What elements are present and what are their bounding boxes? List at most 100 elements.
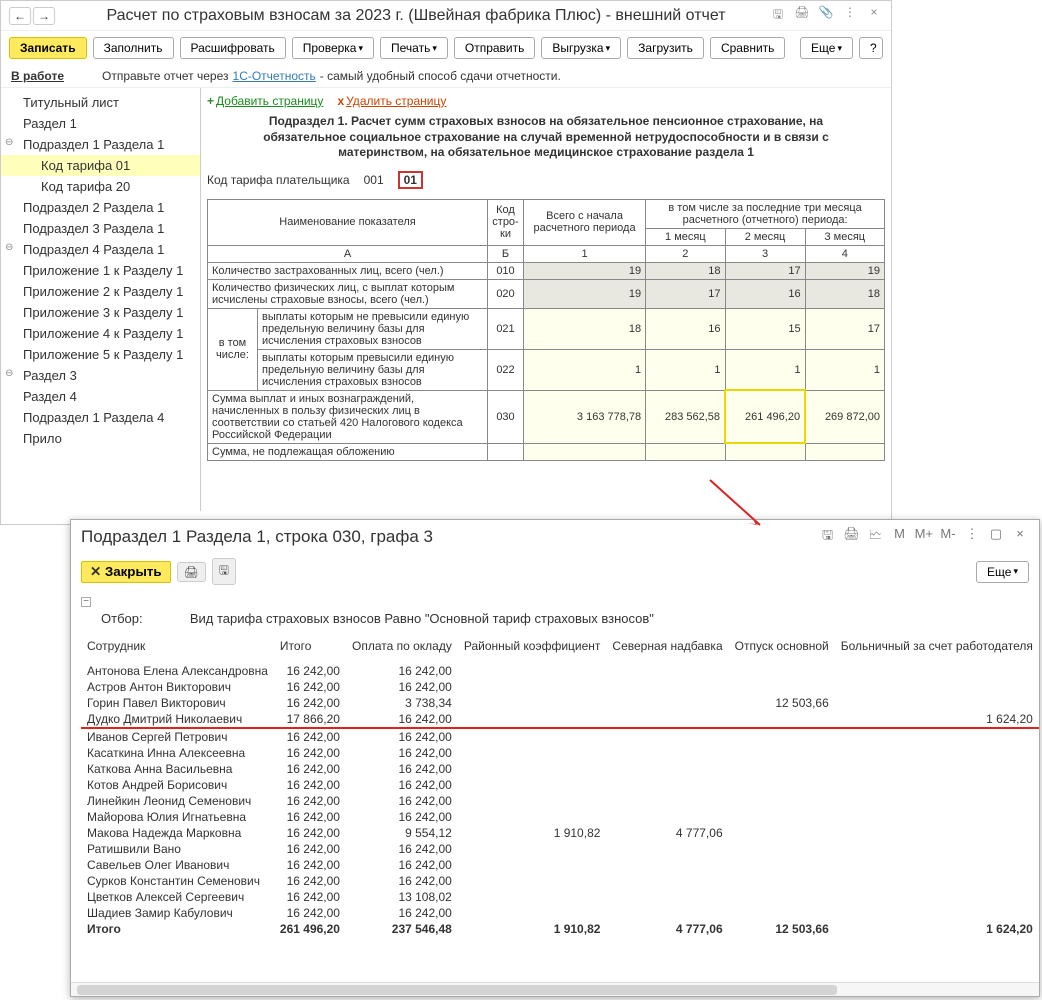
- detail-row[interactable]: Астров Антон Викторович16 242,0016 242,0…: [81, 679, 1039, 695]
- sub-more-icon[interactable]: ⋮: [963, 526, 981, 548]
- detail-row[interactable]: Шадиев Замир Кабулович16 242,0016 242,00: [81, 905, 1039, 921]
- help-button[interactable]: ?: [859, 37, 883, 59]
- detail-row[interactable]: Котов Андрей Борисович16 242,0016 242,00: [81, 777, 1039, 793]
- horizontal-scrollbar[interactable]: [71, 982, 1039, 996]
- detail-row[interactable]: Касаткина Инна Алексеевна16 242,0016 242…: [81, 745, 1039, 761]
- value-cell[interactable]: 1: [524, 349, 646, 390]
- value-cell[interactable]: 261 496,20: [725, 390, 805, 443]
- value-cell[interactable]: [805, 443, 884, 460]
- check-button[interactable]: Проверка▾: [292, 37, 374, 59]
- fill-button[interactable]: Заполнить: [93, 37, 174, 59]
- sub-save-button[interactable]: 🖫: [212, 558, 236, 585]
- sidebar-item[interactable]: Подраздел 3 Раздела 1: [1, 218, 200, 239]
- detail-row[interactable]: Сурков Константин Семенович16 242,0016 2…: [81, 873, 1039, 889]
- tariff-value[interactable]: 01: [398, 171, 423, 189]
- value-cell[interactable]: 1: [646, 349, 725, 390]
- close-button[interactable]: ✕ Закрыть: [81, 561, 171, 583]
- attach-icon[interactable]: 📎: [817, 5, 835, 26]
- sidebar-item[interactable]: Раздел 3: [1, 365, 200, 386]
- delete-page-link[interactable]: xУдалить страницу: [337, 94, 446, 108]
- sidebar-item[interactable]: Приложение 4 к Разделу 1: [1, 323, 200, 344]
- write-button[interactable]: Записать: [9, 37, 87, 59]
- detail-row[interactable]: Цветков Алексей Сергеевич16 242,0013 108…: [81, 889, 1039, 905]
- value-cell[interactable]: [646, 443, 725, 460]
- sidebar-item[interactable]: Приложение 2 к Разделу 1: [1, 281, 200, 302]
- sub-more-button[interactable]: Еще▾: [976, 561, 1029, 583]
- status-link[interactable]: В работе: [11, 69, 64, 83]
- sub-close-icon[interactable]: ×: [1011, 526, 1029, 548]
- sidebar-item[interactable]: Подраздел 1 Раздела 1: [1, 134, 200, 155]
- add-page-link[interactable]: +Добавить страницу: [207, 94, 323, 108]
- value-cell[interactable]: 19: [524, 279, 646, 308]
- detail-row[interactable]: Иванов Сергей Петрович16 242,0016 242,00: [81, 728, 1039, 745]
- sidebar-item[interactable]: Подраздел 1 Раздела 4: [1, 407, 200, 428]
- detail-row[interactable]: Горин Павел Викторович16 242,003 738,341…: [81, 695, 1039, 711]
- value-cell[interactable]: 18: [524, 308, 646, 349]
- detail-col-header: Районный коэффициент: [458, 638, 607, 663]
- sub-max-icon[interactable]: ▢: [987, 526, 1005, 548]
- value-cell[interactable]: 17: [646, 279, 725, 308]
- sidebar-item[interactable]: Приложение 1 к Разделу 1: [1, 260, 200, 281]
- upload-button[interactable]: Выгрузка▾: [541, 37, 621, 59]
- close-icon[interactable]: ×: [865, 5, 883, 26]
- sidebar-item[interactable]: Подраздел 4 Раздела 1: [1, 239, 200, 260]
- compare-button[interactable]: Сравнить: [710, 37, 785, 59]
- value-cell[interactable]: 283 562,58: [646, 390, 725, 443]
- value-cell[interactable]: 18: [646, 262, 725, 279]
- value-cell[interactable]: 19: [524, 262, 646, 279]
- detail-row[interactable]: Макова Надежда Марковна16 242,009 554,12…: [81, 825, 1039, 841]
- value-cell[interactable]: 19: [805, 262, 884, 279]
- value-cell[interactable]: 3 163 778,78: [524, 390, 646, 443]
- nav-back-button[interactable]: ←: [9, 7, 31, 25]
- detail-title: Подраздел 1 Раздела 1, строка 030, графа…: [81, 527, 811, 547]
- detail-row[interactable]: Каткова Анна Васильевна16 242,0016 242,0…: [81, 761, 1039, 777]
- print-icon[interactable]: 🖨: [793, 5, 811, 26]
- value-cell[interactable]: 17: [725, 262, 805, 279]
- value-cell[interactable]: [725, 443, 805, 460]
- collapse-icon[interactable]: −: [81, 597, 91, 607]
- decode-button[interactable]: Расшифровать: [180, 37, 286, 59]
- sidebar-item[interactable]: Подраздел 2 Раздела 1: [1, 197, 200, 218]
- print-button[interactable]: Печать▾: [380, 37, 448, 59]
- value-cell[interactable]: 15: [725, 308, 805, 349]
- detail-row[interactable]: Майорова Юлия Игнатьевна16 242,0016 242,…: [81, 809, 1039, 825]
- sub-calc-icon[interactable]: 🗠: [867, 526, 885, 548]
- value-cell[interactable]: 269 872,00: [805, 390, 884, 443]
- sub-print-icon[interactable]: 🖨: [843, 526, 861, 548]
- detail-row[interactable]: Ратишвили Вано16 242,0016 242,00: [81, 841, 1039, 857]
- more-icon[interactable]: ⋮: [841, 5, 859, 26]
- load-button[interactable]: Загрузить: [627, 37, 704, 59]
- more-button[interactable]: Еще▾: [800, 37, 853, 59]
- sidebar-item[interactable]: Приложение 3 к Разделу 1: [1, 302, 200, 323]
- detail-row[interactable]: Дудко Дмитрий Николаевич17 866,2016 242,…: [81, 711, 1039, 728]
- value-cell[interactable]: 1: [725, 349, 805, 390]
- value-cell[interactable]: 17: [805, 308, 884, 349]
- value-cell[interactable]: 16: [646, 308, 725, 349]
- value-cell[interactable]: 1: [805, 349, 884, 390]
- send-button[interactable]: Отправить: [454, 37, 536, 59]
- value-cell[interactable]: 18: [805, 279, 884, 308]
- detail-row[interactable]: Линейкин Леонид Семенович16 242,0016 242…: [81, 793, 1039, 809]
- sidebar-item[interactable]: Код тарифа 20: [1, 176, 200, 197]
- sidebar-item[interactable]: Прило: [1, 428, 200, 449]
- sidebar-item[interactable]: Титульный лист: [1, 92, 200, 113]
- sidebar-item[interactable]: Приложение 5 к Разделу 1: [1, 344, 200, 365]
- sidebar-item[interactable]: Раздел 4: [1, 386, 200, 407]
- sub-mplus-icon[interactable]: M+: [915, 526, 933, 548]
- sub-save-icon[interactable]: 🖫: [819, 526, 837, 548]
- value-cell[interactable]: 16: [725, 279, 805, 308]
- nav-forward-button[interactable]: →: [33, 7, 55, 25]
- sub-print-button[interactable]: 🖨: [177, 562, 206, 582]
- sub-m-icon[interactable]: M: [891, 526, 909, 548]
- section-sidebar[interactable]: Титульный листРаздел 1Подраздел 1 Раздел…: [1, 88, 201, 511]
- sidebar-item[interactable]: Код тарифа 01: [1, 155, 200, 176]
- detail-row[interactable]: Савельев Олег Иванович16 242,0016 242,00: [81, 857, 1039, 873]
- table-row: Сумма выплат и иных вознаграждений, начи…: [208, 390, 885, 443]
- reporting-link[interactable]: 1С-Отчетность: [233, 69, 316, 83]
- save-icon[interactable]: 🖫: [769, 5, 787, 26]
- detail-row[interactable]: Антонова Елена Александровна16 242,0016 …: [81, 663, 1039, 679]
- sub-mminus-icon[interactable]: M-: [939, 526, 957, 548]
- value-cell[interactable]: [524, 443, 646, 460]
- sidebar-item[interactable]: Раздел 1: [1, 113, 200, 134]
- section-subtitle: Подраздел 1. Расчет сумм страховых взнос…: [237, 114, 855, 161]
